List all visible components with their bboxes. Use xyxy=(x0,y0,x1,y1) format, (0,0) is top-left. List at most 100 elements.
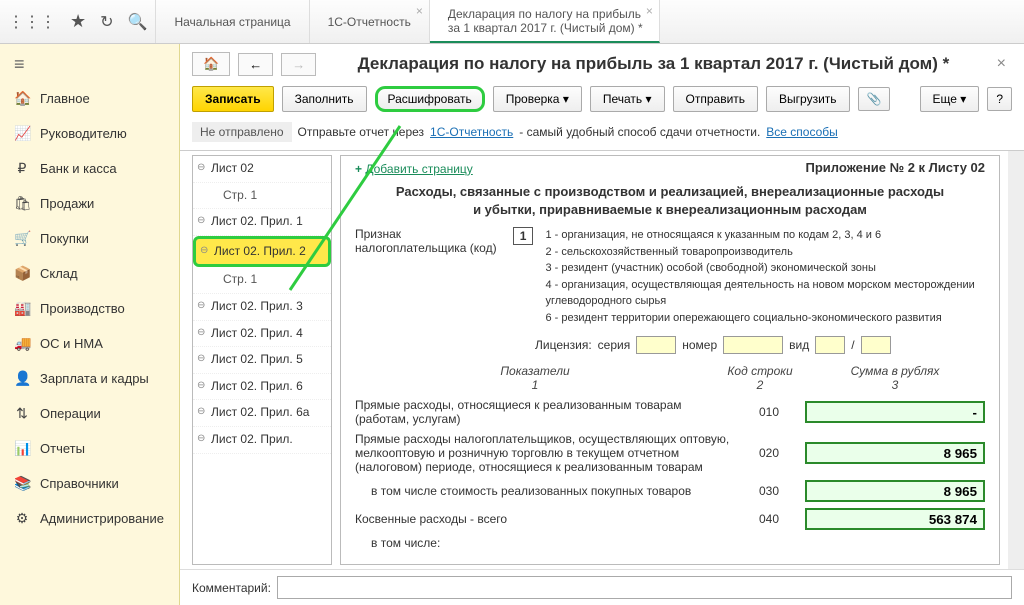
tab-declaration[interactable]: Декларация по налогу на прибыль за 1 ква… xyxy=(430,0,660,43)
help-button[interactable]: ? xyxy=(987,87,1012,111)
tree-label: Лист 02. Прил. 3 xyxy=(211,299,303,313)
collapse-icon[interactable]: ⊖ xyxy=(197,352,205,365)
books-icon: 📚 xyxy=(14,475,30,492)
row-value-input[interactable] xyxy=(805,480,985,502)
tree-label: Лист 02. Прил. 1 xyxy=(211,214,303,228)
collapse-icon[interactable]: ⊖ xyxy=(197,432,205,445)
data-row-020: Прямые расходы налогоплательщиков, осуще… xyxy=(355,432,985,474)
tree-label: Лист 02. Прил. 2 xyxy=(214,244,306,258)
sidebar-item-salary[interactable]: 👤Зарплата и кадры xyxy=(0,361,179,396)
close-button[interactable]: × xyxy=(991,55,1012,73)
tree-label: Лист 02. Прил. 5 xyxy=(211,352,303,366)
collapse-icon[interactable]: ⊖ xyxy=(197,379,205,392)
sidebar-item-manager[interactable]: 📈Руководителю xyxy=(0,116,179,151)
sidebar-item-main[interactable]: 🏠Главное xyxy=(0,81,179,116)
scrollbar[interactable] xyxy=(1008,151,1024,569)
print-button[interactable]: Печать ▾ xyxy=(590,86,665,112)
close-icon[interactable]: × xyxy=(416,4,423,18)
tree-label: Лист 02. Прил. 6 xyxy=(211,379,303,393)
sidebar-item-operations[interactable]: ⇅Операции xyxy=(0,396,179,431)
sidebar-label: Банк и касса xyxy=(40,161,117,176)
tree-item[interactable]: ⊖ Лист 02. Прил. 6а xyxy=(193,400,331,427)
home-button[interactable]: 🏠 xyxy=(192,52,230,76)
fill-button[interactable]: Заполнить xyxy=(282,86,367,112)
sidebar-item-catalogs[interactable]: 📚Справочники xyxy=(0,466,179,501)
license-type-input[interactable] xyxy=(815,336,845,354)
col2-label: Код строки xyxy=(715,364,805,378)
link-1c-report[interactable]: 1С-Отчетность xyxy=(430,125,513,139)
row-value-input[interactable] xyxy=(805,401,985,423)
add-page-link[interactable]: Добавить страницу xyxy=(365,162,472,176)
license-number-input[interactable] xyxy=(723,336,783,354)
sidebar-item-assets[interactable]: 🚚ОС и НМА xyxy=(0,326,179,361)
decode-button[interactable]: Расшифровать xyxy=(375,86,485,112)
sidebar-item-bank[interactable]: ₽ Банк и касса xyxy=(0,151,179,186)
taxpayer-row: Признак налогоплательщика (код) 1 1 - ор… xyxy=(355,227,985,326)
export-button[interactable]: Выгрузить xyxy=(766,86,850,112)
tree-item[interactable]: ⊖Лист 02. Прил. xyxy=(193,427,331,454)
tree-item[interactable]: ⊖Лист 02. Прил. 4 xyxy=(193,321,331,348)
sidebar-item-admin[interactable]: ⚙Администрирование xyxy=(0,501,179,536)
chart-icon: 📈 xyxy=(14,125,30,142)
star-icon[interactable]: ★ xyxy=(70,11,86,32)
sheet-tree[interactable]: ⊖Лист 02 Стр. 1 ⊖Лист 02. Прил. 1 ⊖Лист … xyxy=(192,155,332,565)
collapse-icon[interactable]: ⊖ xyxy=(197,299,205,312)
collapse-icon[interactable]: ⊖ xyxy=(200,244,208,257)
close-icon[interactable]: × xyxy=(646,4,653,18)
tree-item[interactable]: ⊖Лист 02 xyxy=(193,156,331,183)
burger-icon[interactable]: ≡ xyxy=(0,48,179,81)
history-icon[interactable]: ↻ xyxy=(100,12,113,32)
tab-1c-report[interactable]: 1С-Отчетность × xyxy=(310,0,430,43)
tree-item[interactable]: ⊖ Лист 02. Прил. 3 xyxy=(193,294,331,321)
license-type2-input[interactable] xyxy=(861,336,891,354)
link-all-methods[interactable]: Все способы xyxy=(766,125,838,139)
sidebar-item-reports[interactable]: 📊Отчеты xyxy=(0,431,179,466)
save-button[interactable]: Записать xyxy=(192,86,274,112)
collapse-icon[interactable]: ⊖ xyxy=(197,405,205,418)
tree-item[interactable]: ⊖ Лист 02. Прил. 1 xyxy=(193,209,331,236)
toolbar: Записать Заполнить Расшифровать Проверка… xyxy=(180,80,1024,118)
tree-item[interactable]: Стр. 1 xyxy=(193,267,331,294)
tree-item-selected[interactable]: ⊖ Лист 02. Прил. 2 xyxy=(193,236,331,268)
license-series-label: серия xyxy=(598,338,631,352)
content: 🏠 ← → Декларация по налогу на прибыль за… xyxy=(180,44,1024,605)
tree-item[interactable]: ⊖ Лист 02. Прил. 5 xyxy=(193,347,331,374)
tab-start-page[interactable]: Начальная страница xyxy=(156,0,309,43)
row-label: Прямые расходы, относящиеся к реализован… xyxy=(355,398,733,426)
sidebar-item-production[interactable]: 🏭Производство xyxy=(0,291,179,326)
collapse-icon[interactable]: ⊖ xyxy=(197,161,205,174)
sidebar-label: Склад xyxy=(40,266,78,281)
sidebar-item-warehouse[interactable]: 📦Склад xyxy=(0,256,179,291)
forward-button[interactable]: → xyxy=(281,53,316,76)
data-row-040: Косвенные расходы - всего 040 xyxy=(355,508,985,530)
sidebar-item-purchases[interactable]: 🛒Покупки xyxy=(0,221,179,256)
row-code: 020 xyxy=(739,446,799,460)
row-value-input[interactable] xyxy=(805,508,985,530)
data-row-010: Прямые расходы, относящиеся к реализован… xyxy=(355,398,985,426)
form-heading: Расходы, связанные с производством и реа… xyxy=(395,183,945,219)
license-series-input[interactable] xyxy=(636,336,676,354)
tree-item[interactable]: Стр. 1 xyxy=(193,183,331,210)
taxpayer-code[interactable]: 1 xyxy=(513,227,534,245)
attach-button[interactable]: 📎 xyxy=(858,87,891,111)
more-button[interactable]: Еще ▾ xyxy=(920,86,980,112)
row-label: Прямые расходы налогоплательщиков, осуще… xyxy=(355,432,733,474)
search-icon[interactable]: 🔍 xyxy=(128,12,148,32)
tree-item[interactable]: ⊖ Лист 02. Прил. 6 xyxy=(193,374,331,401)
label: Проверка xyxy=(506,92,560,106)
collapse-icon[interactable]: ⊖ xyxy=(197,326,205,339)
tree-label: Лист 02. Прил. 6а xyxy=(211,405,309,419)
comment-input[interactable] xyxy=(277,576,1012,599)
header-row: 🏠 ← → Декларация по налогу на прибыль за… xyxy=(180,44,1024,80)
collapse-icon[interactable]: ⊖ xyxy=(197,214,205,227)
col3-label: Сумма в рублях xyxy=(805,364,985,378)
sidebar-item-sales[interactable]: 🛍Продажи xyxy=(0,186,179,221)
check-button[interactable]: Проверка ▾ xyxy=(493,86,582,112)
send-button[interactable]: Отправить xyxy=(673,86,759,112)
ruble-icon: ₽ xyxy=(14,160,30,177)
row-value-input[interactable] xyxy=(805,442,985,464)
back-button[interactable]: ← xyxy=(238,53,273,76)
data-row-030: в том числе стоимость реализованных поку… xyxy=(355,480,985,502)
tabs: Начальная страница 1С-Отчетность × Декла… xyxy=(156,0,659,43)
apps-icon[interactable]: ⋮⋮⋮ xyxy=(8,12,56,32)
